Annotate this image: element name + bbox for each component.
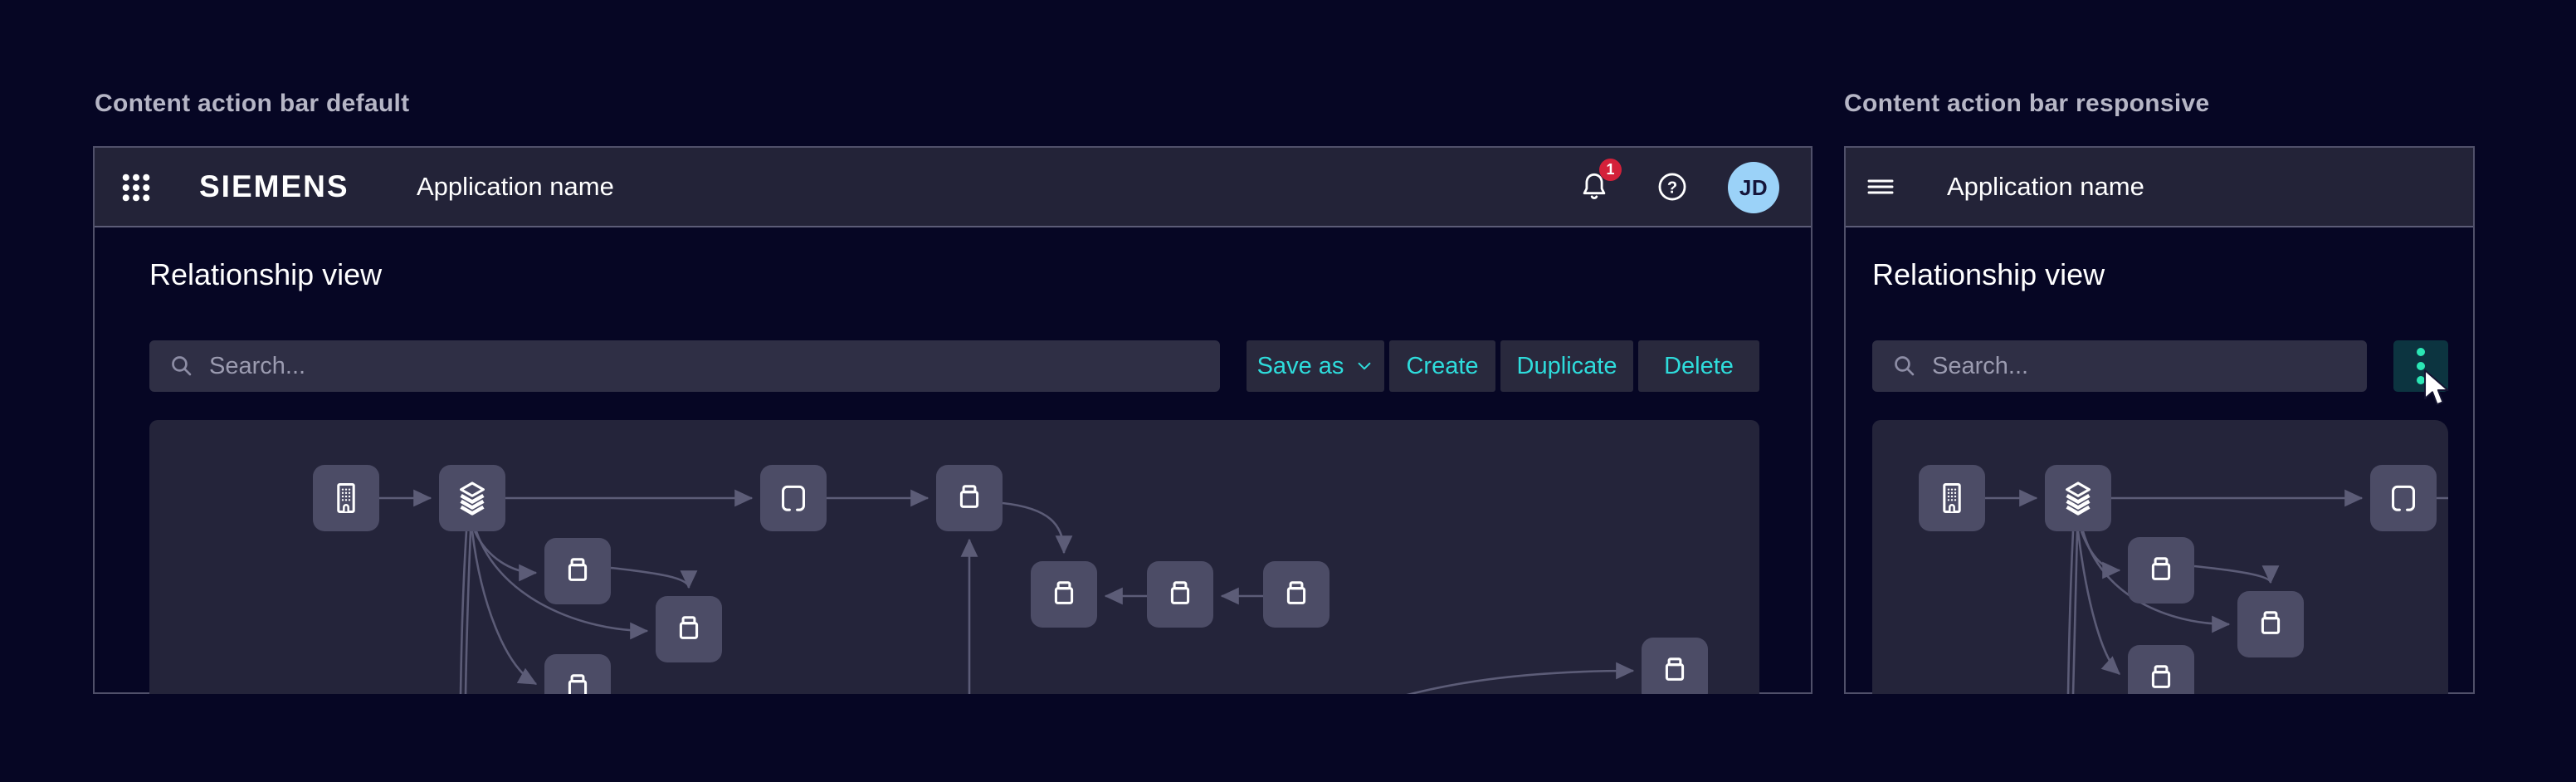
diagram-node-layers[interactable] [2045, 465, 2111, 531]
diagram-edges [149, 420, 1759, 694]
diagram-node-archive[interactable] [1642, 638, 1708, 694]
building-icon [1933, 479, 1971, 517]
archive-icon [2142, 551, 2180, 589]
diagram-node-building[interactable] [313, 465, 379, 531]
search-input[interactable] [1919, 353, 2367, 380]
hamburger-icon [1862, 169, 1899, 204]
diagram-node-archive[interactable] [2128, 537, 2194, 604]
building-icon [327, 479, 365, 517]
create-button[interactable]: Create [1389, 340, 1495, 392]
diagram-node-archive[interactable] [1147, 561, 1213, 628]
chevron-down-icon [1355, 357, 1373, 375]
archive-icon [559, 668, 597, 694]
search-field [149, 340, 1220, 392]
search-icon [168, 352, 196, 380]
archive-icon [950, 479, 988, 517]
diagram-node-archive[interactable] [656, 596, 722, 662]
user-avatar[interactable]: JD [1728, 162, 1779, 213]
svg-text:?: ? [1667, 178, 1677, 197]
save-as-label: Save as [1257, 353, 1344, 380]
diagram-node-archive[interactable] [544, 654, 611, 694]
relationship-diagram-canvas [1872, 420, 2448, 694]
relationship-diagram-canvas [149, 420, 1759, 694]
kebab-icon [2417, 348, 2425, 356]
frame-icon [774, 479, 812, 517]
app-launcher-icon [119, 170, 154, 205]
app-header: Application name [1846, 148, 2473, 227]
notification-badge: 1 [1599, 159, 1622, 181]
help-button[interactable]: ? [1655, 169, 1690, 204]
delete-button[interactable]: Delete [1638, 340, 1759, 392]
archive-icon [1161, 575, 1199, 613]
section-label-responsive: Content action bar responsive [1844, 90, 2209, 118]
mouse-cursor [2422, 369, 2456, 408]
duplicate-button[interactable]: Duplicate [1500, 340, 1633, 392]
archive-icon [670, 610, 708, 648]
search-icon [1891, 352, 1919, 380]
diagram-node-archive[interactable] [1263, 561, 1329, 628]
search-input[interactable] [196, 353, 1220, 380]
content-action-bar-responsive-panel: Application name Relationship view [1844, 146, 2475, 694]
diagram-node-archive[interactable] [1031, 561, 1097, 628]
archive-icon [1656, 652, 1694, 690]
archive-icon [1277, 575, 1315, 613]
archive-icon [2142, 659, 2180, 694]
diagram-node-frame[interactable] [2370, 465, 2437, 531]
diagram-node-archive[interactable] [2128, 645, 2194, 694]
save-as-button[interactable]: Save as [1247, 340, 1384, 392]
archive-icon [1045, 575, 1083, 613]
diagram-node-layers[interactable] [439, 465, 505, 531]
content-action-bar-default-panel: SIEMENS Application name 1 ? JD Relation… [93, 146, 1812, 694]
layers-icon [2059, 479, 2097, 517]
archive-icon [559, 552, 597, 590]
archive-icon [2252, 605, 2290, 643]
app-header: SIEMENS Application name 1 ? JD [95, 148, 1811, 227]
menu-button[interactable] [1862, 169, 1899, 204]
diagram-node-frame[interactable] [760, 465, 827, 531]
diagram-node-building[interactable] [1919, 465, 1985, 531]
section-label-default: Content action bar default [95, 90, 409, 118]
application-name: Application name [417, 148, 614, 226]
application-name: Application name [1947, 148, 2144, 226]
frame-icon [2384, 479, 2422, 517]
diagram-node-archive[interactable] [2237, 591, 2304, 657]
siemens-logo: SIEMENS [199, 148, 349, 226]
page-title: Relationship view [1872, 257, 2105, 292]
diagram-node-archive[interactable] [544, 538, 611, 604]
app-launcher-button[interactable] [119, 170, 154, 205]
layers-icon [453, 479, 491, 517]
search-field [1872, 340, 2367, 392]
page-title: Relationship view [149, 257, 382, 292]
diagram-node-archive[interactable] [936, 465, 1003, 531]
help-icon: ? [1655, 169, 1690, 204]
